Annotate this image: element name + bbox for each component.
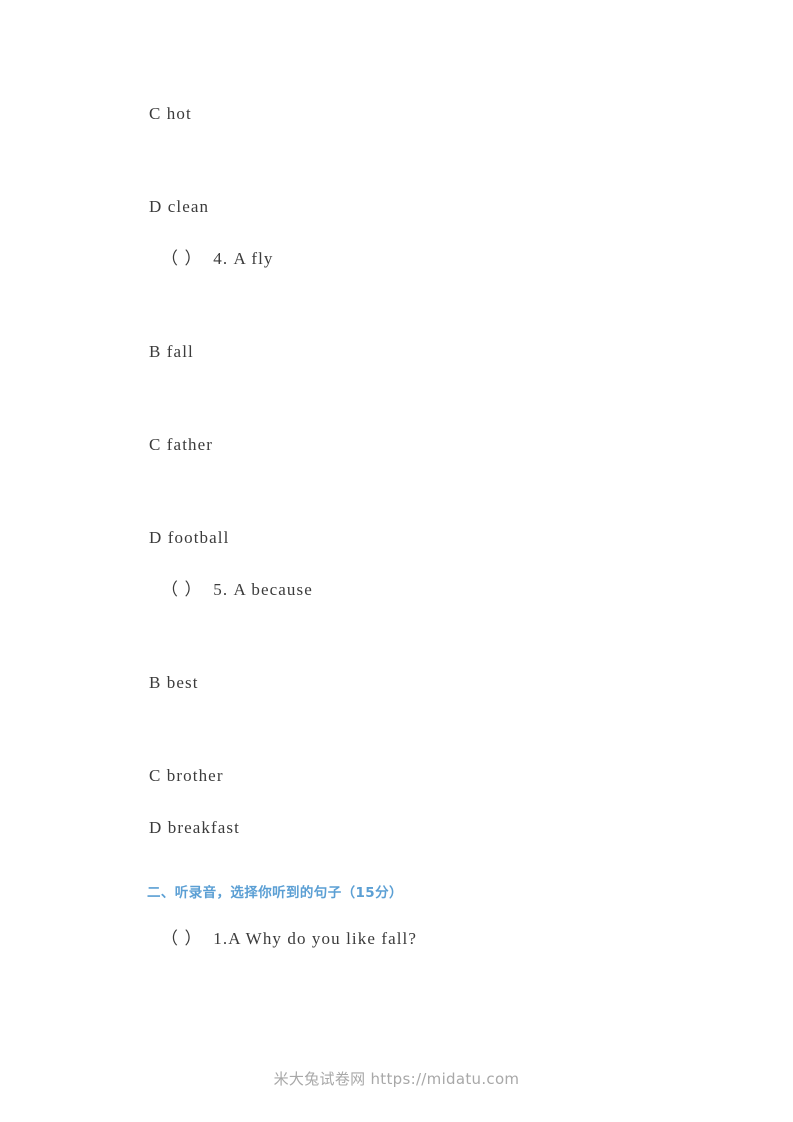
- question-line-5: （ ） 5. A because: [161, 580, 313, 599]
- question-line-4: （ ） 4. A fly: [161, 249, 274, 268]
- section2-question-line-1: （ ） 1.A Why do you like fall?: [161, 929, 418, 948]
- footer-watermark: 米大兔试卷网 https://midatu.com: [273, 1070, 520, 1088]
- exam-paper-page: C hot D clean （ ） 4. A fly B fall C fath…: [0, 0, 793, 1122]
- option-line-b-fall: B fall: [149, 342, 194, 361]
- option-line-d-breakfast: D breakfast: [149, 818, 240, 837]
- option-line-d-football: D football: [149, 528, 230, 547]
- option-line-c-brother: C brother: [149, 766, 224, 785]
- option-line-c-father: C father: [149, 435, 214, 454]
- option-line-b-best: B best: [149, 673, 199, 692]
- section-heading-listening: 二、听录音，选择你听到的句子（15分）: [147, 885, 403, 901]
- option-line-d-clean: D clean: [149, 197, 210, 216]
- option-line-c-hot: C hot: [149, 104, 192, 123]
